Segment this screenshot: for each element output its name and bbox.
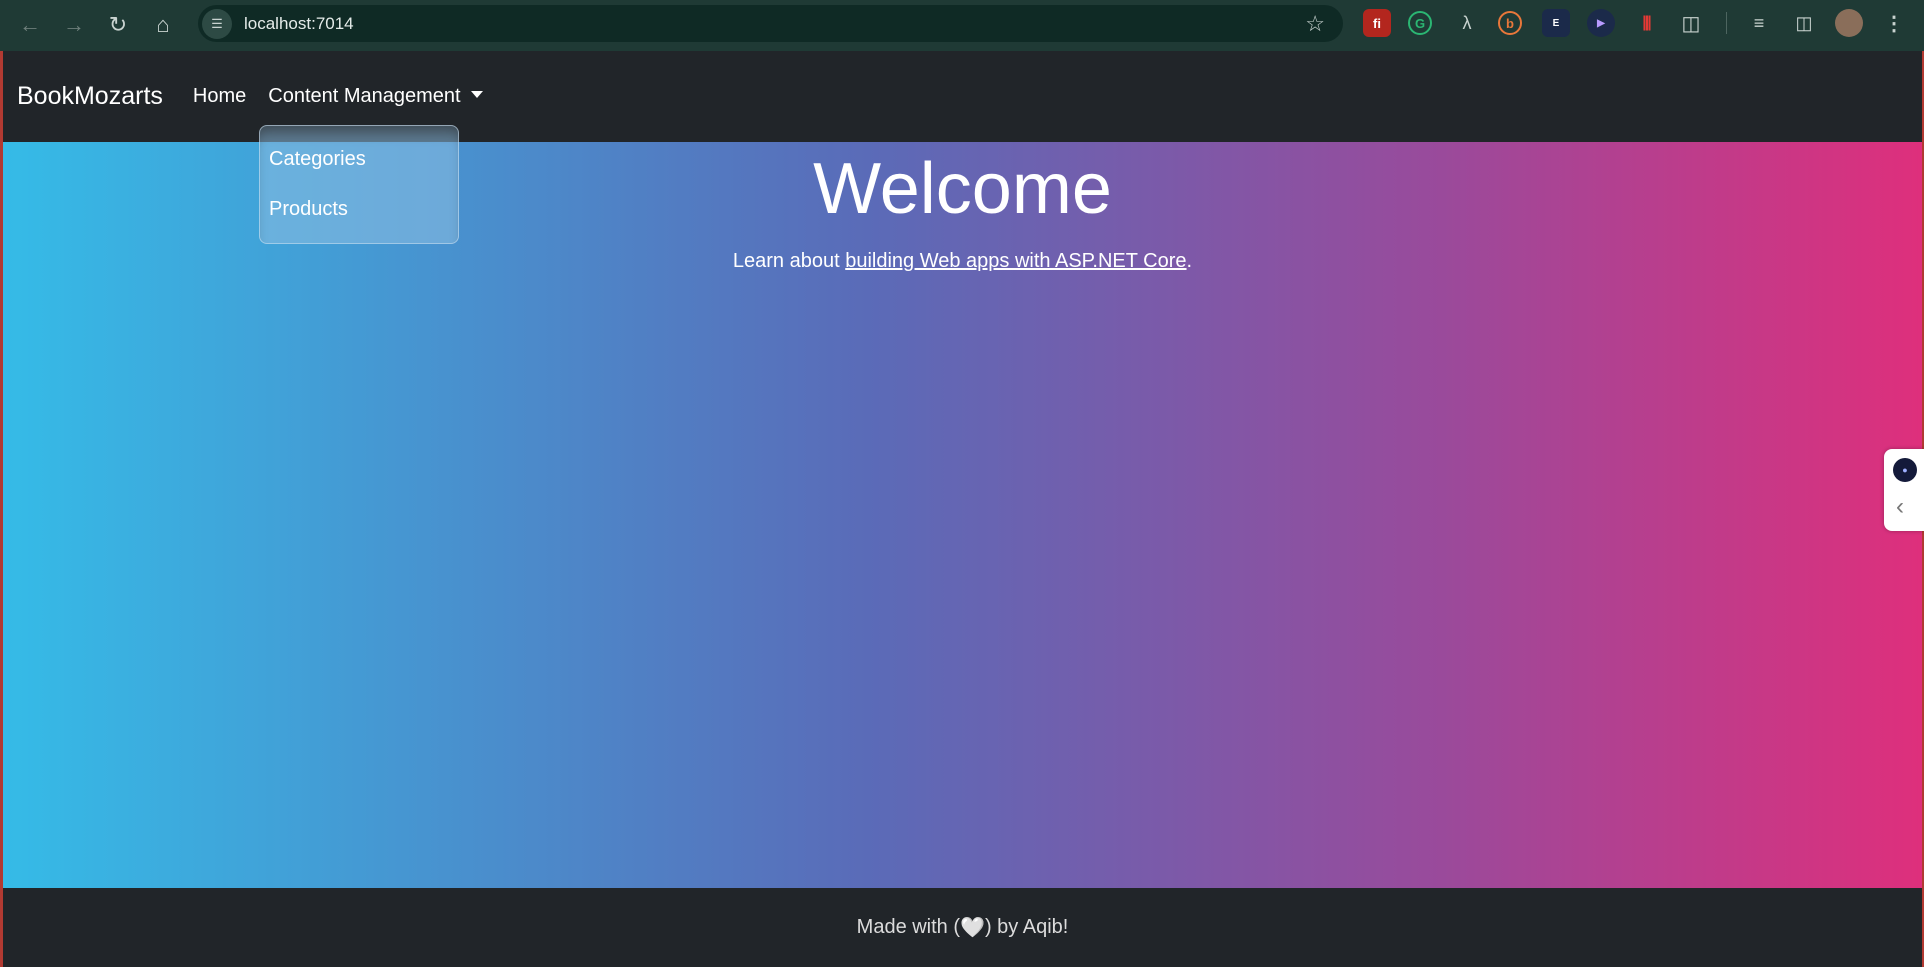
aspnet-docs-link[interactable]: building Web apps with ASP.NET Core bbox=[845, 250, 1186, 272]
forward-icon[interactable]: → bbox=[52, 3, 96, 47]
reload-icon[interactable]: ↻ bbox=[96, 3, 140, 47]
heart-icon: 🤍 bbox=[960, 917, 985, 939]
avatar[interactable] bbox=[1835, 9, 1863, 37]
url-text[interactable]: localhost:7014 bbox=[244, 14, 354, 34]
web-page: BookMozarts Home Content Management Welc… bbox=[0, 51, 1924, 967]
footer-prefix: Made with ( bbox=[856, 916, 961, 938]
signature-extension-icon[interactable]: λ bbox=[1453, 9, 1481, 37]
dropdown-item-categories[interactable]: Categories bbox=[269, 148, 366, 171]
address-bar[interactable]: ☰ localhost:7014 ☆ bbox=[198, 5, 1343, 42]
site-footer: Made with (🤍) by Aqib! bbox=[3, 888, 1922, 967]
more-menu-icon[interactable]: ⋮ bbox=[1880, 9, 1908, 37]
lead-prefix: Learn about bbox=[732, 250, 846, 272]
assistant-icon[interactable]: ● bbox=[1893, 458, 1917, 482]
side-panel-tab[interactable]: ● ‹ bbox=[1884, 449, 1924, 531]
side-panel-icon[interactable]: ◫ bbox=[1790, 9, 1818, 37]
browser-toolbar: ← → ↻ ⌂ ☰ localhost:7014 ☆ fi G λ b E ▶ … bbox=[0, 0, 1924, 51]
nav-content-management[interactable]: Content Management bbox=[268, 85, 483, 108]
brand-link[interactable]: BookMozarts bbox=[17, 82, 163, 111]
reading-list-icon[interactable]: ≡ bbox=[1745, 9, 1773, 37]
puzzle-icon[interactable]: ◫ bbox=[1677, 9, 1705, 37]
chevron-left-icon[interactable]: ‹ bbox=[1896, 493, 1904, 521]
nav-content-management-label: Content Management bbox=[268, 85, 461, 107]
star-icon[interactable]: ☆ bbox=[1305, 11, 1325, 37]
grammarly-extension-icon[interactable]: G bbox=[1408, 11, 1432, 35]
site-info-icon[interactable]: ☰ bbox=[202, 8, 232, 39]
lead-text: Learn about building Web apps with ASP.N… bbox=[3, 250, 1922, 273]
caret-down-icon bbox=[470, 91, 483, 98]
home-icon[interactable]: ⌂ bbox=[141, 3, 185, 47]
dropdown-item-products[interactable]: Products bbox=[269, 198, 348, 221]
e-extension-icon[interactable]: E bbox=[1542, 9, 1570, 37]
hero-section: Welcome Learn about building Web apps wi… bbox=[3, 142, 1922, 888]
nav-home[interactable]: Home bbox=[193, 85, 246, 108]
toolbar-divider bbox=[1726, 12, 1727, 34]
media-extension-icon[interactable]: ▶ bbox=[1587, 9, 1615, 37]
lead-suffix: . bbox=[1186, 250, 1193, 272]
b-extension-icon[interactable]: b bbox=[1498, 11, 1522, 35]
audio-extension-icon[interactable]: ||| bbox=[1632, 9, 1660, 37]
fi-extension-icon[interactable]: fi bbox=[1363, 9, 1391, 37]
back-icon[interactable]: ← bbox=[8, 3, 52, 47]
footer-suffix: ) by Aqib! bbox=[984, 916, 1069, 938]
content-management-dropdown: Categories Products bbox=[259, 125, 459, 244]
